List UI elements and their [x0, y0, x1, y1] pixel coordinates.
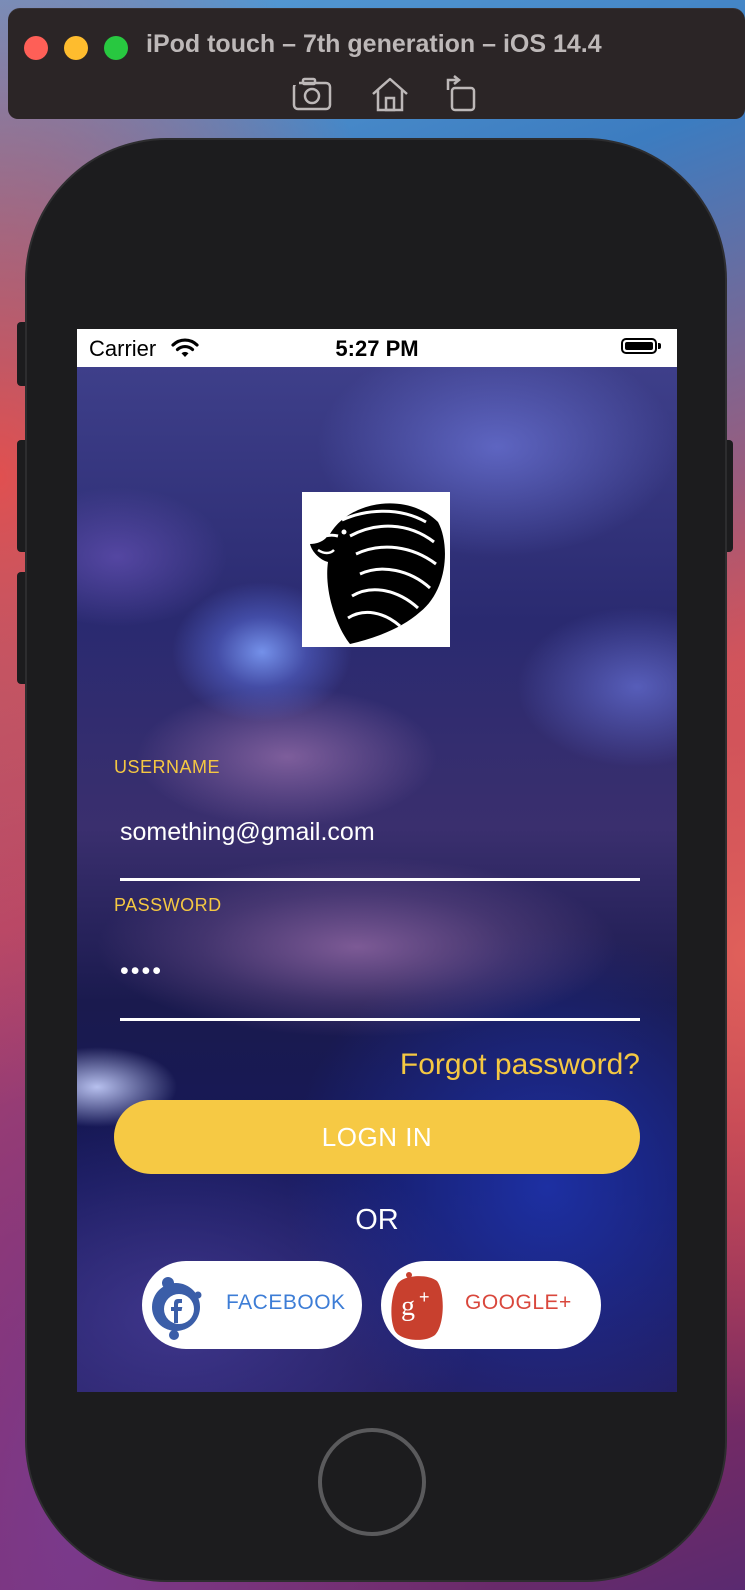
- device-screen: Carrier 5:27 PM USERNAME something@gmail…: [77, 329, 677, 1392]
- or-divider: OR: [355, 1204, 399, 1236]
- username-underline: [120, 878, 640, 881]
- device-home-button[interactable]: [318, 1428, 426, 1536]
- facebook-icon: [152, 1277, 202, 1340]
- svg-text:g: g: [401, 1291, 415, 1322]
- login-background: USERNAME PASSWORD Forgot password? LOGN …: [77, 367, 677, 1392]
- lion-logo-icon: [310, 503, 445, 644]
- username-input[interactable]: [120, 812, 640, 852]
- window-title: iPod touch – 7th generation – iOS 14.4: [146, 30, 602, 58]
- password-input[interactable]: [120, 951, 640, 991]
- password-underline: [120, 1018, 640, 1021]
- password-label: PASSWORD: [114, 895, 222, 915]
- facebook-login-button[interactable]: FACEBOOK: [142, 1261, 362, 1349]
- google-plus-login-button[interactable]: g + GOOGLE+: [381, 1261, 601, 1349]
- status-bar: Carrier 5:27 PM: [77, 329, 677, 367]
- home-icon[interactable]: [368, 74, 412, 114]
- forgot-password-link[interactable]: Forgot password?: [400, 1048, 640, 1082]
- google-plus-label: GOOGLE+: [465, 1291, 572, 1314]
- zoom-window-button[interactable]: [104, 36, 128, 60]
- screenshot-icon[interactable]: [290, 74, 334, 114]
- google-plus-icon: g +: [391, 1272, 443, 1340]
- status-time: 5:27 PM: [335, 336, 419, 361]
- facebook-label: FACEBOOK: [226, 1291, 346, 1314]
- minimize-window-button[interactable]: [64, 36, 88, 60]
- lion-logo: [302, 492, 450, 647]
- close-window-button[interactable]: [24, 36, 48, 60]
- login-button[interactable]: LOGN IN: [114, 1100, 640, 1174]
- simulator-titlebar: iPod touch – 7th generation – iOS 14.4: [8, 8, 745, 119]
- svg-text:+: +: [419, 1287, 430, 1307]
- rotate-icon[interactable]: [440, 74, 484, 114]
- username-label: USERNAME: [114, 757, 221, 777]
- battery-icon: [621, 338, 661, 354]
